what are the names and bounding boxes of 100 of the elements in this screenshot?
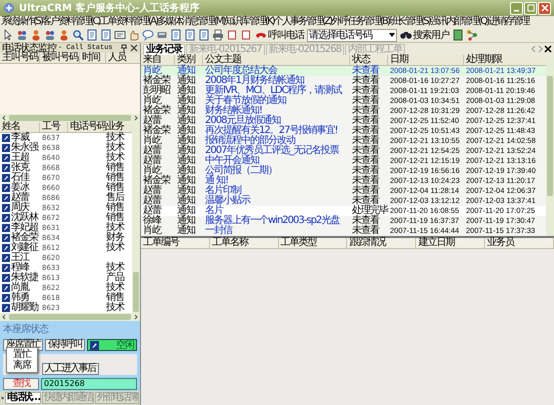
- menu-item[interactable]: 强讯内部管理(Q): [430, 16, 488, 28]
- hand-icon[interactable]: [128, 29, 140, 41]
- document-icon[interactable]: [184, 29, 196, 41]
- call-button[interactable]: 呼叫电话: [254, 28, 305, 42]
- menu-item[interactable]: 系统操作(S): [1, 16, 42, 28]
- menu-item[interactable]: 客户资料管理(C): [42, 16, 100, 28]
- subject-link[interactable]: 2008元旦放假通知: [203, 116, 350, 126]
- number-field[interactable]: 02015268: [41, 378, 137, 390]
- document-tab[interactable]: 业务记录: [143, 44, 185, 54]
- pin-icon[interactable]: [120, 44, 128, 52]
- person-icon[interactable]: [30, 29, 42, 41]
- column-header[interactable]: 业务员: [485, 238, 554, 248]
- subject-link[interactable]: 2008年1月财务结帐通知: [203, 76, 350, 86]
- printer-icon[interactable]: [212, 29, 224, 41]
- document-icon[interactable]: [86, 29, 98, 41]
- table-cell-text: 未查看: [351, 216, 380, 226]
- close-icon[interactable]: [130, 44, 138, 52]
- subject-link[interactable]: 一封信: [203, 226, 350, 236]
- menu-item[interactable]: 工单资料管理(A): [100, 16, 158, 28]
- staff-name: 姜冰: [11, 183, 29, 193]
- column-header[interactable]: 工单名称: [210, 238, 279, 248]
- menu-item[interactable]: 班长管理(S): [388, 16, 430, 28]
- subject-link[interactable]: 服务器上有一个win2003-sp2光盘: [203, 216, 350, 226]
- find-button[interactable]: 查找: [3, 378, 39, 390]
- column-header[interactable]: 工单编号: [141, 238, 210, 248]
- horizontal-scrollbar[interactable]: [0, 313, 140, 321]
- staff-name: 王超: [11, 153, 29, 163]
- table-cell-text: 未查看: [351, 186, 380, 196]
- table-cell-text: 通知: [176, 216, 196, 226]
- column-header[interactable]: 日期: [388, 55, 464, 65]
- subject-link[interactable]: 2007年优秀员工评选_无记名投票: [203, 146, 350, 156]
- document-icon[interactable]: [100, 29, 112, 41]
- vertical-scrollbar[interactable]: [132, 122, 140, 313]
- menu-item[interactable]: 外呼任务管理(B): [331, 16, 389, 28]
- close-icon[interactable]: [544, 45, 552, 53]
- column-header[interactable]: 处理期限: [464, 55, 540, 65]
- menu-item[interactable]: 个人事务管理(Z): [274, 16, 332, 28]
- subject-link[interactable]: 公司年度总结大会: [203, 66, 350, 76]
- network-icon[interactable]: [466, 29, 478, 41]
- subject-link[interactable]: 中午开会通知: [203, 156, 350, 166]
- table-cell-text: 未查看: [351, 66, 380, 76]
- staff-department: 销售: [105, 183, 124, 193]
- status-icon: [90, 340, 99, 350]
- column-header[interactable]: 人员: [106, 53, 136, 63]
- subject-link[interactable]: 公司简报（二期）: [203, 166, 350, 176]
- subject-link[interactable]: 温馨小贴示: [203, 196, 350, 206]
- column-header[interactable]: 来自: [141, 55, 175, 65]
- vertical-scrollbar[interactable]: [546, 55, 554, 236]
- table-cell-text: 褚金荣: [142, 176, 172, 186]
- panel-tab[interactable]: 电话状…: [5, 392, 41, 404]
- cursor-icon[interactable]: [2, 29, 14, 41]
- hold-call-button[interactable]: 保持呼叫: [45, 339, 85, 351]
- table-cell-text: 赵蕾: [142, 206, 162, 216]
- people-icon[interactable]: [44, 29, 56, 41]
- minimize-button[interactable]: [510, 2, 523, 14]
- maximize-button[interactable]: [524, 2, 537, 14]
- document-icon[interactable]: [170, 29, 182, 41]
- document-icon[interactable]: [198, 29, 210, 41]
- column-header[interactable]: 建立日期: [416, 238, 486, 248]
- search-user-button[interactable]: 搜索用户: [399, 28, 450, 42]
- search-icon[interactable]: [72, 29, 84, 41]
- subject-link[interactable]: 更新IVR、MCI、LDC程序，请测试: [203, 86, 350, 96]
- column-header[interactable]: 类别: [175, 55, 203, 65]
- table-cell-text: 赵蕾: [142, 146, 162, 156]
- table-cell-text: 未查看: [351, 106, 380, 116]
- subject-link[interactable]: 名片印制: [203, 186, 350, 196]
- subject-link[interactable]: 财务结帐通知!: [203, 106, 350, 116]
- after-call-button[interactable]: 人工进入事后: [42, 363, 98, 375]
- people-icon[interactable]: [16, 29, 28, 41]
- card-icon[interactable]: [114, 29, 126, 41]
- menu-item[interactable]: 进销存管理: [488, 16, 529, 28]
- column-header[interactable]: 跟踪情况: [347, 238, 416, 248]
- close-icon: [540, 4, 548, 12]
- menu-item[interactable]: 知识库管理(K): [224, 16, 274, 28]
- subject-link[interactable]: 报销流程中的部分改动: [203, 136, 350, 146]
- column-header[interactable]: 工单类型: [278, 238, 348, 248]
- subject-link[interactable]: 再次提醒有关12。27号报销事宜!: [203, 126, 350, 136]
- agent-state: 空闲: [116, 338, 134, 352]
- horizontal-scrollbar[interactable]: [0, 114, 140, 122]
- phone-number-dropdown[interactable]: 请选择电话号码: [307, 28, 397, 42]
- panel-title: 电话状态监控: [2, 42, 56, 54]
- binoculars-icon: [400, 30, 412, 40]
- table-cell-text: 通知: [176, 156, 196, 166]
- column-header[interactable]: 工号: [40, 122, 68, 132]
- person-icon[interactable]: [58, 29, 70, 41]
- menu-item[interactable]: 离席: [13, 360, 31, 371]
- close-button[interactable]: [538, 2, 551, 14]
- subject-link[interactable]: 通 知!: [203, 176, 350, 186]
- staff-department: 售后: [105, 193, 126, 203]
- subject-link[interactable]: 名片: [203, 206, 350, 216]
- column-header[interactable]: 状态: [350, 55, 388, 65]
- staff-department: 技术: [105, 143, 126, 153]
- column-header[interactable]: 时间: [80, 53, 106, 63]
- menu-item[interactable]: 多媒体消息管理(M): [157, 16, 225, 28]
- app-logo-icon: [3, 2, 15, 14]
- table-cell-text: 通知: [176, 136, 196, 146]
- chat-icon[interactable]: [142, 29, 154, 41]
- document-icon[interactable]: [452, 29, 464, 41]
- subject-link[interactable]: 关于春节放假的通知: [203, 96, 350, 106]
- menu-item[interactable]: 置忙: [13, 349, 31, 360]
